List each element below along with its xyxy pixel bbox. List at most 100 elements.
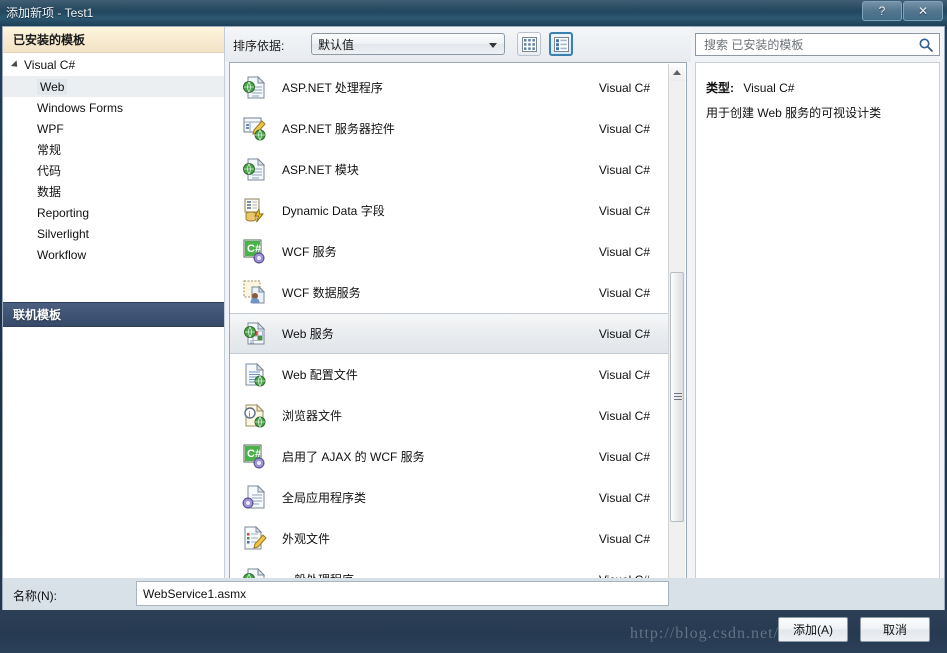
list-item[interactable]: ASP.NET 服务器控件 Visual C# — [230, 108, 668, 149]
template-name: 浏览器文件 — [282, 409, 343, 423]
template-name: 外观文件 — [282, 532, 331, 546]
sidebar-item-code[interactable]: 代码 — [3, 160, 224, 181]
template-name: ASP.NET 模块 — [282, 163, 359, 177]
sidebar-item-workflow[interactable]: Workflow — [3, 244, 224, 265]
details-panel: 类型: Visual C# 用于创建 Web 服务的可视设计类 — [691, 27, 944, 605]
web-page-file-icon — [238, 74, 270, 101]
templates-center-panel: 排序依据: 默认值 ASP.NET 处理程序 Visual C# ASP.NET… — [225, 27, 691, 605]
scroll-up-button[interactable] — [669, 64, 685, 81]
title-bar: 添加新项 - Test1 ? ✕ — [0, 0, 947, 26]
global-app-class-icon — [238, 484, 270, 511]
web-config-file-icon — [238, 361, 270, 388]
search-icon[interactable] — [918, 37, 934, 53]
dialog-footer: http://blog.csdn.net/TheDanR 添加(A) 取消 — [0, 610, 947, 653]
templates-sidebar: 已安装的模板 Visual C# Web Windows Forms WPF 常… — [3, 27, 225, 605]
sidebar-item-general[interactable]: 常规 — [3, 139, 224, 160]
list-item[interactable]: ASP.NET 处理程序 Visual C# — [230, 67, 668, 108]
dynamic-data-field-icon — [238, 197, 270, 224]
sidebar-item-windows-forms[interactable]: Windows Forms — [3, 97, 224, 118]
template-list-scrollbar[interactable] — [668, 64, 685, 599]
template-language: Visual C# — [598, 285, 650, 300]
template-language: Visual C# — [598, 531, 650, 546]
close-button[interactable]: ✕ — [903, 1, 943, 21]
expander-triangle-icon[interactable] — [10, 60, 21, 70]
sort-toolbar: 排序依据: 默认值 — [225, 27, 691, 62]
large-icons-view-button[interactable] — [549, 32, 573, 56]
list-item[interactable]: 外观文件 Visual C# — [230, 518, 668, 559]
small-icons-view-button[interactable] — [517, 32, 541, 56]
tree-node-visual-csharp-label: Visual C# — [24, 58, 76, 72]
template-type-label: 类型: — [706, 81, 734, 95]
sidebar-item-web[interactable]: Web — [3, 76, 224, 97]
list-item[interactable]: C# WCF 服务 Visual C# — [230, 231, 668, 272]
template-list[interactable]: ASP.NET 处理程序 Visual C# ASP.NET 服务器控件 Vis… — [230, 63, 668, 600]
sidebar-item-data[interactable]: 数据 — [3, 181, 224, 202]
chevron-down-icon[interactable] — [489, 43, 497, 48]
template-name: WCF 服务 — [282, 245, 337, 259]
small-icons-view-icon — [521, 36, 537, 52]
sidebar-item-label: Workflow — [37, 247, 87, 262]
triangle-up-icon — [673, 70, 681, 75]
titlebar-sheen — [0, 0, 947, 13]
template-language: Visual C# — [598, 367, 650, 382]
online-templates-header[interactable]: 联机模板 — [3, 302, 224, 327]
template-language: Visual C# — [598, 80, 650, 95]
template-language: Visual C# — [598, 162, 650, 177]
server-control-icon — [238, 115, 270, 142]
sidebar-item-label: WPF — [37, 121, 64, 136]
template-name: ASP.NET 服务器控件 — [282, 122, 395, 136]
sidebar-item-reporting[interactable]: Reporting — [3, 202, 224, 223]
web-service-icon — [238, 320, 270, 347]
list-item[interactable]: 全局应用程序类 Visual C# — [230, 477, 668, 518]
template-description: 用于创建 Web 服务的可视设计类 — [706, 106, 882, 120]
sort-by-label: 排序依据: — [233, 39, 285, 53]
list-item[interactable]: Web 配置文件 Visual C# — [230, 354, 668, 395]
installed-templates-header: 已安装的模板 — [3, 27, 224, 53]
list-item[interactable]: i 浏览器文件 Visual C# — [230, 395, 668, 436]
sidebar-item-silverlight[interactable]: Silverlight — [3, 223, 224, 244]
list-item[interactable]: WCF 数据服务 Visual C# — [230, 272, 668, 313]
search-input[interactable] — [702, 36, 916, 53]
scrollbar-grip-icon — [674, 393, 682, 400]
search-box[interactable] — [695, 33, 940, 56]
template-name: WCF 数据服务 — [282, 286, 361, 300]
browser-file-icon: i — [238, 402, 270, 429]
list-item[interactable]: Dynamic Data 字段 Visual C# — [230, 190, 668, 231]
list-item-selected[interactable]: Web 服务 Visual C# — [230, 313, 668, 354]
sidebar-item-label: Windows Forms — [37, 100, 124, 115]
sidebar-item-label: 常规 — [37, 143, 62, 157]
csharp-service-icon: C# — [238, 443, 270, 470]
template-name: 全局应用程序类 — [282, 491, 367, 505]
template-name: Web 服务 — [282, 327, 334, 341]
dialog-body: 已安装的模板 Visual C# Web Windows Forms WPF 常… — [2, 26, 945, 606]
sidebar-item-label: Web — [37, 78, 68, 95]
list-item[interactable]: C# 启用了 AJAX 的 WCF 服务 Visual C# — [230, 436, 668, 477]
installed-templates-label: 已安装的模板 — [13, 33, 86, 47]
tree-node-visual-csharp[interactable]: Visual C# — [3, 54, 224, 76]
template-info-panel: 类型: Visual C# 用于创建 Web 服务的可视设计类 — [695, 62, 940, 601]
sort-by-value: 默认值 — [318, 37, 355, 52]
template-language: Visual C# — [598, 203, 650, 218]
sort-by-dropdown[interactable]: 默认值 — [311, 33, 505, 55]
name-input[interactable] — [137, 582, 668, 605]
name-label: 名称(N): — [13, 589, 57, 603]
add-button[interactable]: 添加(A) — [778, 617, 848, 642]
web-page-file-icon — [238, 156, 270, 183]
template-language: Visual C# — [598, 408, 650, 423]
help-button[interactable]: ? — [862, 1, 902, 21]
csharp-service-icon: C# — [238, 238, 270, 265]
list-item[interactable]: ASP.NET 模块 Visual C# — [230, 149, 668, 190]
template-type-row: 类型: Visual C# — [706, 79, 794, 96]
sidebar-item-label: 数据 — [37, 185, 62, 199]
skin-file-icon — [238, 525, 270, 552]
name-field-wrapper[interactable] — [136, 581, 669, 606]
window-title: 添加新项 - Test1 — [6, 6, 94, 20]
add-new-item-dialog: 添加新项 - Test1 ? ✕ 已安装的模板 Visual C# Web Wi… — [0, 0, 947, 653]
cancel-button[interactable]: 取消 — [860, 617, 930, 642]
template-language: Visual C# — [598, 449, 650, 464]
template-language: Visual C# — [598, 490, 650, 505]
sidebar-item-wpf[interactable]: WPF — [3, 118, 224, 139]
scrollbar-thumb[interactable] — [670, 272, 684, 522]
template-name: Dynamic Data 字段 — [282, 204, 385, 218]
sidebar-item-label: 代码 — [37, 164, 62, 178]
